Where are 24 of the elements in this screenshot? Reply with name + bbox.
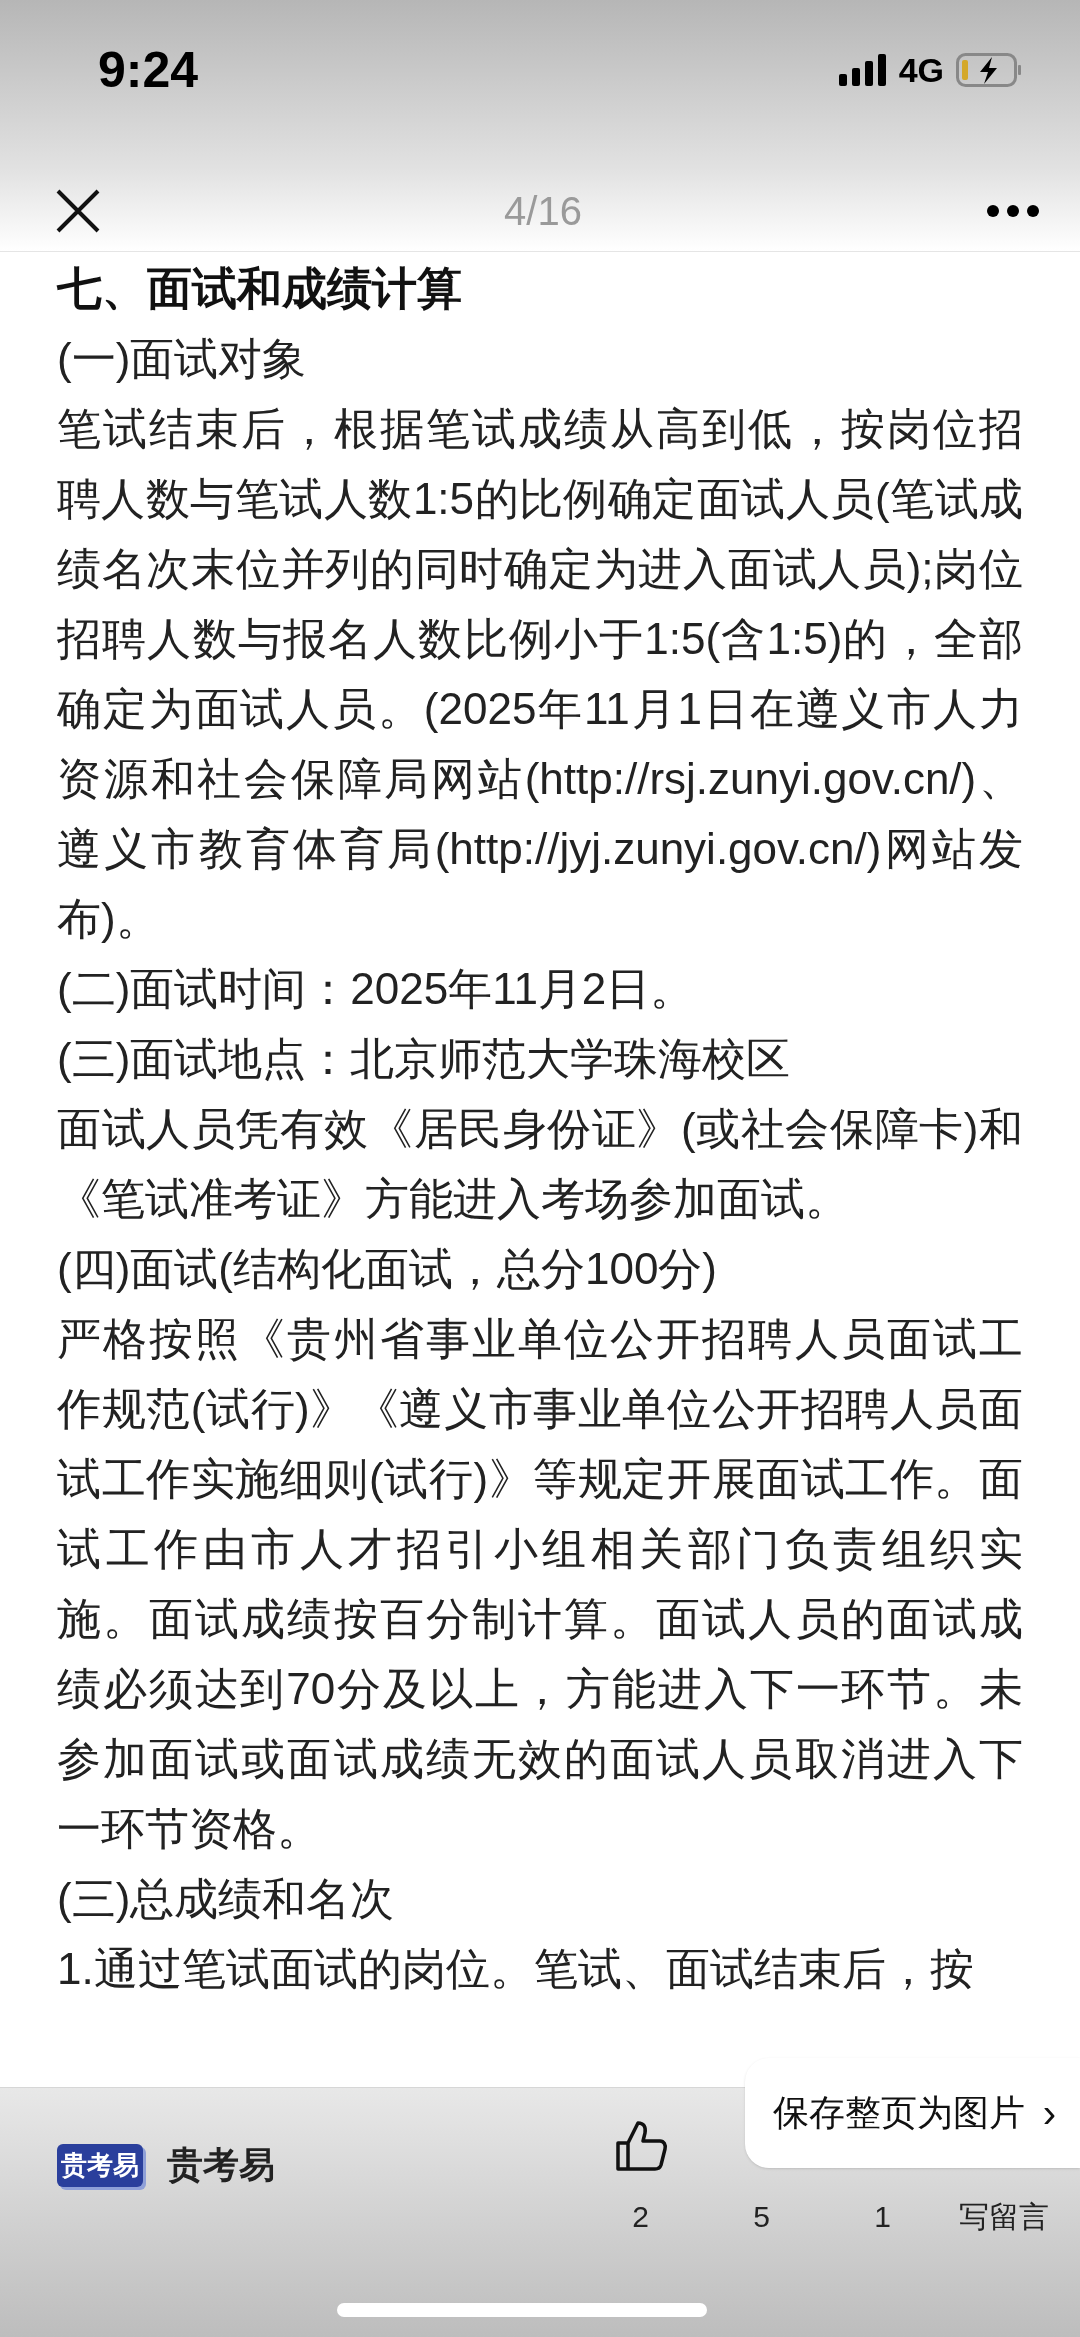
action-label: 1 — [874, 2199, 891, 2235]
battery-charging-icon — [956, 53, 1022, 87]
body-paragraph: (四)面试(结构化面试，总分100分) — [57, 1243, 719, 1295]
section-heading: 七、面试和成绩计算 — [57, 262, 463, 316]
body-paragraph: (三)总成绩和名次 — [57, 1873, 396, 1925]
more-icon[interactable] — [986, 203, 1040, 218]
body-paragraph: 严格按照《贵州省事业单位公开招聘人员面试工作规范(试行)》《遵义市事业单位公开招聘人员面试工作实施细则(试行)》等规定开展面试工作。面试工作由市人才招引小组相关部门负责组织实施。面试成绩按百分制计算。面试人员的面试成绩必须达到70分及以上，方能进入下一环节。未参加面试或面试成绩无效的面试人员取消进入下一环节资格。 — [57, 1313, 1023, 1855]
body-paragraph: (三)面试地点：北京师范大学珠海校区 — [57, 1033, 792, 1085]
body-paragraph: (一)面试对象 — [57, 333, 308, 385]
account-logo[interactable]: 贵考易 — [57, 2143, 143, 2187]
action-label: 5 — [753, 2199, 770, 2235]
network-label: 4G — [898, 49, 944, 91]
like-count: 2 — [632, 2199, 649, 2235]
account-name[interactable]: 贵考易 — [167, 2138, 275, 2192]
save-page-as-image-button[interactable]: 保存整页为图片 › — [744, 2058, 1080, 2168]
body-paragraph: (二)面试时间：2025年11月2日。 — [57, 963, 696, 1015]
body-paragraph: 面试人员凭有效《居民身份证》(或社会保障卡)和《笔试准考证》方能进入考场参加面试。 — [57, 1103, 1023, 1225]
page-counter: 4/16 — [504, 187, 582, 235]
action-label: 写留言 — [958, 2199, 1049, 2235]
thumbs-up-icon[interactable] — [613, 2119, 668, 2173]
body-paragraph: 1.通过笔试面试的岗位。笔试、面试结束后，按 — [57, 1943, 975, 1995]
status-time: 9:24 — [98, 40, 199, 100]
body-paragraph: 笔试结束后，根据笔试成绩从高到低，按岗位招聘人数与笔试人数1:5的比例确定面试人员(笔试成绩名次末位并列的同时确定为进入面试人员);岗位招聘人数与报名人数比例小于1:5(含1:5)的，全部确定为面试人员。(2025年11月1日在遵义市人力资源和社会保障局网站(http://rsj.zunyi.gov.cn/)、遵义市教育体育局(http://jyj.zunyi.gov.cn/)网站发布)。 — [57, 403, 1023, 945]
signal-icon — [838, 54, 887, 86]
